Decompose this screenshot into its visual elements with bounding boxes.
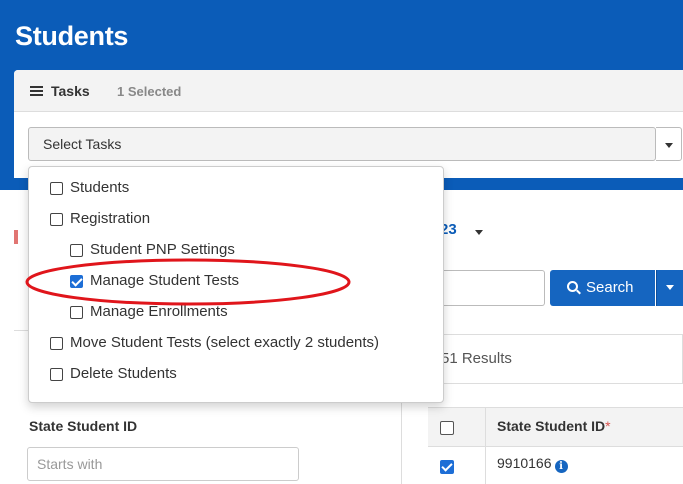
tasks-dropdown-menu: Students Registration Student PNP Settin… bbox=[28, 166, 444, 403]
state-student-id-field[interactable] bbox=[27, 447, 299, 481]
task-option-label: Manage Enrollments bbox=[90, 303, 228, 320]
select-tasks-value: Select Tasks bbox=[43, 136, 122, 152]
column-header-state-student-id[interactable]: State Student ID* bbox=[497, 418, 611, 434]
task-option-label: Delete Students bbox=[70, 365, 177, 382]
search-button-label: Search bbox=[586, 279, 634, 296]
section-marker bbox=[14, 230, 18, 244]
checkbox[interactable] bbox=[70, 244, 83, 257]
select-tasks-dropdown[interactable]: Select Tasks bbox=[28, 127, 656, 161]
select-all-checkbox[interactable] bbox=[440, 421, 454, 435]
checkbox[interactable] bbox=[50, 337, 63, 350]
state-student-id-filter-label: State Student ID bbox=[29, 418, 138, 434]
state-student-id-input[interactable] bbox=[28, 448, 298, 480]
column-header-label: State Student ID bbox=[497, 418, 606, 434]
tasks-label: Tasks bbox=[51, 83, 90, 99]
task-option-label: Students bbox=[70, 179, 130, 196]
info-icon[interactable]: i bbox=[554, 460, 568, 473]
chevron-down-icon[interactable] bbox=[475, 230, 483, 235]
checkbox[interactable] bbox=[50, 182, 63, 195]
search-input[interactable] bbox=[428, 270, 545, 306]
table-row-student-id: 9910166 i bbox=[497, 455, 568, 473]
tasks-list-icon bbox=[30, 86, 43, 97]
tasks-heading: Tasks 1 Selected bbox=[14, 70, 683, 112]
task-option-label: Registration bbox=[70, 210, 151, 227]
required-mark: * bbox=[605, 418, 611, 434]
checkbox[interactable] bbox=[50, 368, 63, 381]
search-options-toggle[interactable] bbox=[656, 270, 683, 306]
task-option-label: Student PNP Settings bbox=[90, 241, 235, 258]
tasks-selected-count: 1 Selected bbox=[117, 84, 182, 99]
column-divider bbox=[485, 407, 486, 484]
row-checkbox[interactable] bbox=[440, 460, 454, 474]
results-summary: 51 Results bbox=[428, 334, 683, 384]
search-button[interactable]: Search bbox=[550, 270, 655, 306]
page: Students Tasks 1 Selected Select Tasks 2… bbox=[0, 0, 683, 484]
search-icon-handle bbox=[576, 289, 581, 295]
checkbox[interactable] bbox=[50, 213, 63, 226]
task-option-label: Manage Student Tests bbox=[90, 272, 239, 289]
page-title: Students bbox=[15, 21, 129, 51]
student-id-value: 9910166 bbox=[497, 455, 552, 471]
select-tasks-toggle[interactable] bbox=[656, 127, 682, 161]
chevron-down-icon bbox=[665, 143, 673, 148]
checkbox-checked[interactable] bbox=[70, 275, 83, 288]
tasks-panel: Tasks 1 Selected Select Tasks bbox=[14, 70, 683, 178]
checkbox[interactable] bbox=[70, 306, 83, 319]
task-option-label: Move Student Tests (select exactly 2 stu… bbox=[70, 334, 380, 351]
chevron-down-icon bbox=[666, 285, 674, 290]
results-count: 51 Results bbox=[441, 350, 512, 367]
